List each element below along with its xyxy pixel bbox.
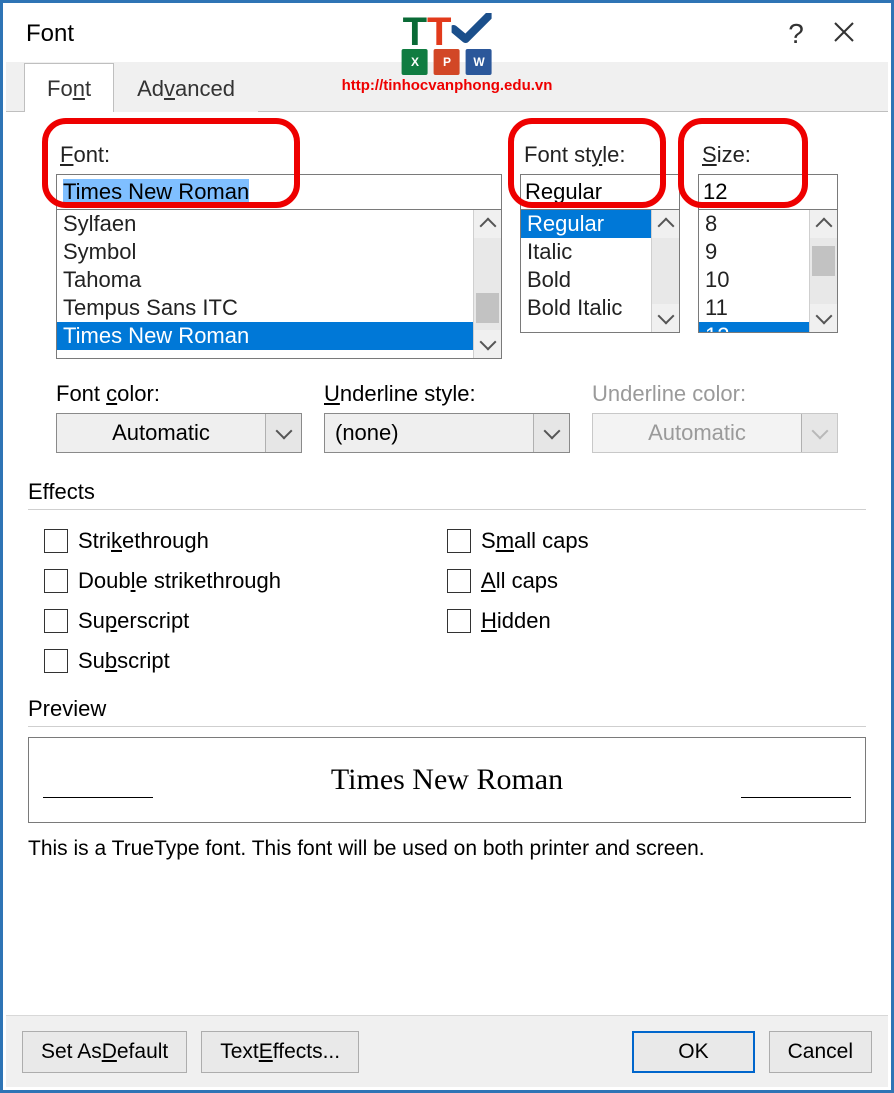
- underline-style-combo[interactable]: (none): [324, 413, 570, 453]
- style-listbox[interactable]: Regular Italic Bold Bold Italic: [520, 209, 680, 333]
- list-item[interactable]: 12: [699, 322, 809, 332]
- font-scrollbar[interactable]: [473, 210, 501, 358]
- list-item[interactable]: Italic: [521, 238, 651, 266]
- list-item[interactable]: 10: [699, 266, 809, 294]
- text-effects-button[interactable]: Text Effects...: [201, 1031, 359, 1073]
- set-as-default-button[interactable]: Set As Default: [22, 1031, 187, 1073]
- underline-color-combo: Automatic: [592, 413, 838, 453]
- style-input[interactable]: Regular: [520, 174, 680, 210]
- list-item[interactable]: 8: [699, 210, 809, 238]
- tab-strip: Font Advanced: [6, 62, 888, 112]
- list-item[interactable]: Regular: [521, 210, 651, 238]
- ok-button[interactable]: OK: [632, 1031, 754, 1073]
- font-input[interactable]: Times New Roman: [56, 174, 502, 210]
- checkbox-superscript[interactable]: Superscript: [44, 608, 447, 634]
- tab-font[interactable]: Font: [24, 63, 114, 112]
- chevron-down-icon: [533, 414, 569, 452]
- close-button[interactable]: [820, 18, 868, 50]
- help-button[interactable]: ?: [772, 18, 820, 50]
- checkbox-double-strikethrough[interactable]: Double strikethrough: [44, 568, 447, 594]
- list-item[interactable]: Sylfaen: [57, 210, 473, 238]
- list-item[interactable]: Bold Italic: [521, 294, 651, 322]
- checkbox-hidden[interactable]: Hidden: [447, 608, 850, 634]
- cancel-button[interactable]: Cancel: [769, 1031, 872, 1073]
- underline-color-label: Underline color:: [592, 381, 838, 407]
- list-item[interactable]: Tempus Sans ITC: [57, 294, 473, 322]
- font-label: Font:: [56, 142, 502, 168]
- size-listbox[interactable]: 8 9 10 11 12: [698, 209, 838, 333]
- chevron-down-icon: [801, 414, 837, 452]
- chevron-down-icon: [265, 414, 301, 452]
- size-scrollbar[interactable]: [809, 210, 837, 332]
- effects-title: Effects: [28, 479, 866, 505]
- font-listbox[interactable]: Sylfaen Symbol Tahoma Tempus Sans ITC Ti…: [56, 209, 502, 359]
- list-item[interactable]: Tahoma: [57, 266, 473, 294]
- dialog-footer: Set As Default Text Effects... OK Cancel: [6, 1015, 888, 1087]
- font-color-label: Font color:: [56, 381, 302, 407]
- titlebar: Font ?: [6, 6, 888, 62]
- size-label: Size:: [698, 142, 838, 168]
- style-label: Font style:: [520, 142, 680, 168]
- size-input[interactable]: 12: [698, 174, 838, 210]
- list-item[interactable]: Symbol: [57, 238, 473, 266]
- list-item[interactable]: 11: [699, 294, 809, 322]
- preview-title: Preview: [28, 696, 866, 722]
- checkbox-all-caps[interactable]: All caps: [447, 568, 850, 594]
- tab-advanced[interactable]: Advanced: [114, 63, 258, 112]
- dialog-title: Font: [26, 20, 74, 48]
- preview-text: Times New Roman: [331, 763, 563, 797]
- list-item[interactable]: Bold: [521, 266, 651, 294]
- list-item[interactable]: Times New Roman: [57, 322, 473, 350]
- style-scrollbar[interactable]: [651, 210, 679, 332]
- checkbox-subscript[interactable]: Subscript: [44, 648, 447, 674]
- underline-style-label: Underline style:: [324, 381, 570, 407]
- checkbox-strikethrough[interactable]: Strikethrough: [44, 528, 447, 554]
- preview-box: Times New Roman: [28, 737, 866, 823]
- preview-description: This is a TrueType font. This font will …: [28, 837, 866, 861]
- list-item[interactable]: 9: [699, 238, 809, 266]
- font-color-combo[interactable]: Automatic: [56, 413, 302, 453]
- checkbox-small-caps[interactable]: Small caps: [447, 528, 850, 554]
